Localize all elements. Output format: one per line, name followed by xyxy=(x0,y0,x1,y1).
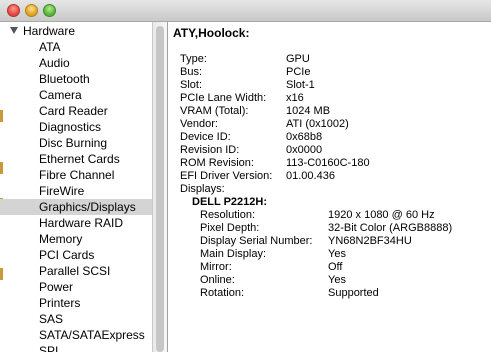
property-key: Device ID: xyxy=(180,131,231,143)
property-value: 01.00.436 xyxy=(286,170,335,182)
property-key: Slot: xyxy=(180,79,203,91)
sidebar-item-bluetooth[interactable]: Bluetooth xyxy=(0,71,152,87)
sidebar-group-hardware[interactable]: Hardware xyxy=(0,22,152,40)
sidebar-group-label: Hardware xyxy=(23,24,76,38)
detail-pane: ATY,Hoolock: Type: GPU Bus: PCIe Slot: S… xyxy=(168,22,491,352)
sidebar-item-hardware-raid[interactable]: Hardware RAID xyxy=(0,215,152,231)
property-key: Bus: xyxy=(180,66,203,78)
property-key: Vendor: xyxy=(180,118,218,130)
property-key: Type: xyxy=(180,53,207,65)
display-property-key: Rotation: xyxy=(200,287,245,299)
sidebar-item-diagnostics[interactable]: Diagnostics xyxy=(0,119,152,135)
close-window-button[interactable] xyxy=(7,4,20,17)
sidebar-item-ata[interactable]: ATA xyxy=(0,39,152,55)
property-value: x16 xyxy=(286,92,304,104)
property-value: PCIe xyxy=(286,66,311,78)
property-key: ROM Revision: xyxy=(180,157,254,169)
display-property-key: Pixel Depth: xyxy=(200,222,260,234)
property-key: VRAM (Total): xyxy=(180,105,249,117)
sidebar-item-pci-cards[interactable]: PCI Cards xyxy=(0,247,152,263)
sidebar-item-spi[interactable]: SPI xyxy=(0,343,152,352)
display-property-value: 32-Bit Color (ARGB8888) xyxy=(328,222,453,234)
sidebar-item-parallel-scsi[interactable]: Parallel SCSI xyxy=(0,263,152,279)
property-value: 0x68b8 xyxy=(286,131,323,143)
sidebar-item-fibre-channel[interactable]: Fibre Channel xyxy=(0,167,152,183)
display-property-key: Main Display: xyxy=(200,248,267,260)
minimize-window-button[interactable] xyxy=(25,4,38,17)
sidebar-item-sata-express[interactable]: SATA/SATAExpress xyxy=(0,327,152,343)
display-property-value: 1920 x 1080 @ 60 Hz xyxy=(328,209,435,221)
sidebar-item-memory[interactable]: Memory xyxy=(0,231,152,247)
display-property-key: Online: xyxy=(200,274,235,286)
property-value: ATI (0x1002) xyxy=(286,118,349,130)
sidebar-item-power[interactable]: Power xyxy=(0,279,152,295)
displays-label: Displays: xyxy=(180,183,225,195)
sidebar-scrollbar[interactable] xyxy=(152,22,167,352)
property-value: 113-C0160C-180 xyxy=(286,157,370,169)
property-key: EFI Driver Version: xyxy=(180,170,273,182)
sidebar-item-graphics-displays[interactable]: Graphics/Displays xyxy=(0,199,152,215)
display-property-value: Supported xyxy=(328,287,379,299)
property-value: 1024 MB xyxy=(286,105,331,117)
sidebar-scroll-thumb[interactable] xyxy=(156,26,164,352)
sidebar-item-camera[interactable]: Camera xyxy=(0,87,152,103)
sidebar-item-ethernet-cards[interactable]: Ethernet Cards xyxy=(0,151,152,167)
sidebar-item-card-reader[interactable]: Card Reader xyxy=(0,103,152,119)
zoom-window-button[interactable] xyxy=(43,4,56,17)
display-property-key: Resolution: xyxy=(200,209,256,221)
property-key: Revision ID: xyxy=(180,144,240,156)
window-titlebar xyxy=(0,0,491,22)
property-key: PCIe Lane Width: xyxy=(180,92,267,104)
display-name: DELL P2212H: xyxy=(192,196,267,208)
sidebar-item-disc-burning[interactable]: Disc Burning xyxy=(0,135,152,151)
disclosure-triangle-icon[interactable] xyxy=(10,27,18,34)
display-property-key: Mirror: xyxy=(200,261,232,273)
display-property-value: Off xyxy=(328,261,343,273)
display-property-value: YN68N2BF34HU xyxy=(328,235,412,247)
display-property-value: Yes xyxy=(328,248,346,260)
device-title: ATY,Hoolock: xyxy=(173,26,250,40)
sidebar-item-sas[interactable]: SAS xyxy=(0,311,152,327)
sidebar-item-printers[interactable]: Printers xyxy=(0,295,152,311)
sidebar-item-firewire[interactable]: FireWire xyxy=(0,183,152,199)
sidebar: Hardware ATA Audio Bluetooth Camera Card… xyxy=(0,22,152,352)
sidebar-item-audio[interactable]: Audio xyxy=(0,55,152,71)
property-value: GPU xyxy=(286,53,310,65)
display-property-key: Display Serial Number: xyxy=(200,235,313,247)
property-value: Slot-1 xyxy=(286,79,315,91)
display-property-value: Yes xyxy=(328,274,346,286)
property-value: 0x0000 xyxy=(286,144,323,156)
